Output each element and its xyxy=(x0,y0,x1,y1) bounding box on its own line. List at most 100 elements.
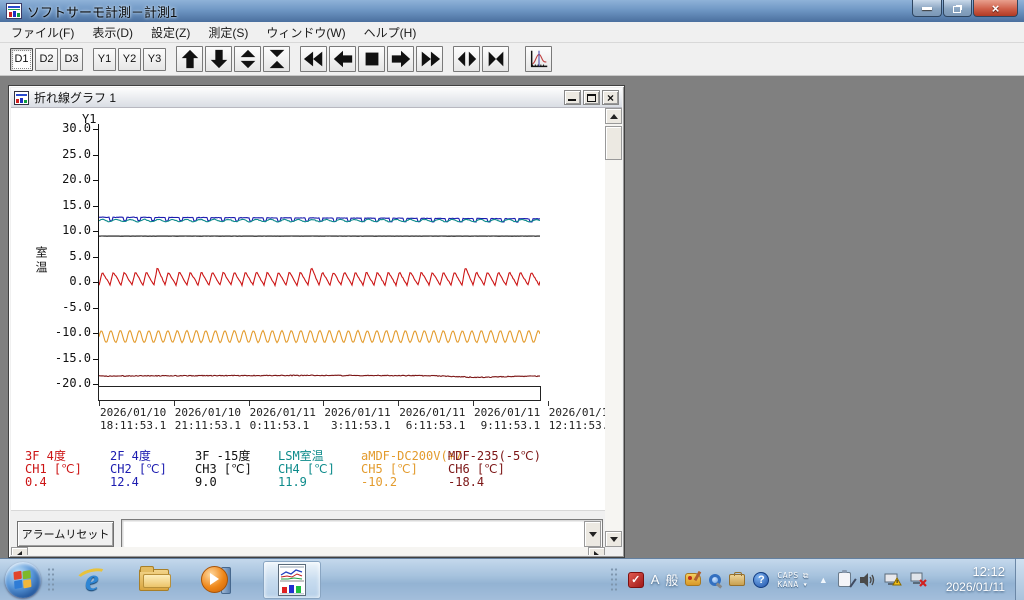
screen: ソフトサーモ計測－計測1 × ファイル(F)表示(D)設定(Z)測定(S)ウィン… xyxy=(0,0,1024,600)
horizontal-scrollbar[interactable] xyxy=(11,547,605,555)
menu-item-1[interactable]: 表示(D) xyxy=(83,21,142,44)
y-tick-label: -15.0 xyxy=(49,351,91,365)
graph-window-content: Y1 30.025.020.015.010.05.00.0-5.0-10.0-1… xyxy=(11,108,622,555)
ime-caps-kana-block[interactable]: CAPS⧉ KANA▾ xyxy=(777,571,808,589)
toolbar-button-y1[interactable]: Y1 xyxy=(93,48,116,71)
action-center-icon[interactable] xyxy=(838,572,851,587)
chevron-mini-icon: ▾ xyxy=(803,580,808,589)
alarm-combo-input[interactable] xyxy=(124,522,582,546)
x-tick-label: 2026/01/10 21:11:53.1 xyxy=(175,406,241,432)
scroll-down-button[interactable] xyxy=(605,531,622,547)
chart-settings-icon xyxy=(528,48,550,70)
chart-settings-icon-button[interactable] xyxy=(525,46,552,72)
collapse-horizontal-icon xyxy=(485,48,507,70)
graph-minimize-button[interactable] xyxy=(564,90,581,105)
alarm-reset-button[interactable]: アラームリセット xyxy=(17,521,114,547)
expand-vertical-icon xyxy=(237,48,259,70)
window-mini-icon: ⧉ xyxy=(803,571,809,580)
restore-button[interactable] xyxy=(943,0,972,17)
down-arrow xyxy=(208,48,230,70)
graph-close-button[interactable]: × xyxy=(602,90,619,105)
vertical-scroll-thumb[interactable] xyxy=(605,126,622,160)
step-right-icon xyxy=(390,48,412,70)
graph-maximize-button[interactable] xyxy=(583,90,600,105)
triangle-down-icon xyxy=(610,537,618,546)
ime-palette-icon[interactable] xyxy=(685,573,701,586)
active-app-taskbar-button[interactable] xyxy=(263,561,321,599)
fast-forward-icon xyxy=(419,48,441,70)
menu-item-5[interactable]: ヘルプ(H) xyxy=(355,21,426,44)
y-tick-label: 10.0 xyxy=(49,223,91,237)
show-hidden-icons-button[interactable]: ▲ xyxy=(819,575,828,585)
speaker-icon[interactable] xyxy=(859,572,876,588)
collapse-vertical-icon-button[interactable] xyxy=(263,46,290,72)
legend-channel-1: 3F 4度 CH1 [℃] 0.4 xyxy=(25,450,82,489)
graph-window-titlebar[interactable]: 折れ線グラフ 1 × xyxy=(11,88,622,108)
toolbar-button-y3[interactable]: Y3 xyxy=(143,48,166,71)
collapse-horizontal-icon-button[interactable] xyxy=(482,46,509,72)
media-player-icon[interactable] xyxy=(199,563,233,597)
help-icon[interactable]: ? xyxy=(753,572,769,588)
down-arrow-button[interactable] xyxy=(205,46,232,72)
up-arrow xyxy=(179,48,201,70)
vertical-scrollbar[interactable] xyxy=(605,108,622,547)
menu-item-4[interactable]: ウィンドウ(W) xyxy=(257,21,354,44)
explorer-folder-icon[interactable] xyxy=(137,563,171,597)
series-ch6 xyxy=(99,375,540,378)
legend-channel-4: LSM室温 CH4 [℃] 11.9 xyxy=(278,450,335,489)
graph-window: 折れ線グラフ 1 × Y1 30.025.020.015.010.05.00.0… xyxy=(8,85,625,558)
ime-dictionary-icon[interactable] xyxy=(709,574,721,586)
expand-vertical-icon-button[interactable] xyxy=(234,46,261,72)
ime-toolbox-icon[interactable] xyxy=(729,574,745,586)
legend-channel-6: MDF-235(-5℃) CH6 [℃] -18.4 xyxy=(448,450,541,489)
close-button[interactable]: × xyxy=(973,0,1018,17)
security-shield-icon[interactable]: ✓ xyxy=(628,572,644,588)
caps-label: CAPS xyxy=(777,571,798,580)
ime-input-letter[interactable]: A xyxy=(651,572,660,587)
system-tray: ✓ A 般 ? CAPS⧉ KANA▾ ▲ xyxy=(604,559,1024,600)
step-left-icon xyxy=(332,48,354,70)
menu-item-3[interactable]: 測定(S) xyxy=(199,21,257,44)
fast-forward-icon-button[interactable] xyxy=(416,46,443,72)
show-desktop-button[interactable] xyxy=(1015,559,1024,600)
taskbar-grip xyxy=(47,567,55,593)
network-warning-icon[interactable] xyxy=(884,572,902,588)
rewind-icon xyxy=(303,48,325,70)
minimize-button[interactable] xyxy=(912,0,942,17)
step-right-icon-button[interactable] xyxy=(387,46,414,72)
mdi-area: 折れ線グラフ 1 × Y1 30.025.020.015.010.05.00.0… xyxy=(0,76,1024,558)
collapse-vertical-icon xyxy=(266,48,288,70)
scroll-up-button[interactable] xyxy=(605,108,622,124)
expand-horizontal-icon-button[interactable] xyxy=(453,46,480,72)
app-icon xyxy=(6,3,22,19)
toolbar-button-d1[interactable]: D1 xyxy=(10,48,33,71)
up-arrow-button[interactable] xyxy=(176,46,203,72)
windows-logo-icon xyxy=(13,570,32,589)
taskbar-clock[interactable]: 12:12 2026/01/11 xyxy=(946,564,1005,595)
y-tick-label: 30.0 xyxy=(49,121,91,135)
internet-explorer-icon[interactable]: e xyxy=(75,563,109,597)
chevron-down-icon xyxy=(589,532,597,541)
y-tick-label: 5.0 xyxy=(49,249,91,263)
scroll-left-button[interactable] xyxy=(11,547,28,555)
menu-item-2[interactable]: 設定(Z) xyxy=(142,21,199,44)
ime-mode-text[interactable]: 般 xyxy=(665,570,678,589)
toolbar-button-d3[interactable]: D3 xyxy=(60,48,83,71)
stop-icon-button[interactable] xyxy=(358,46,385,72)
step-left-icon-button[interactable] xyxy=(329,46,356,72)
menu-item-0[interactable]: ファイル(F) xyxy=(2,21,83,44)
main-window-title: ソフトサーモ計測－計測1 xyxy=(27,2,177,21)
y-tick-label: -20.0 xyxy=(49,376,91,390)
network-disconnected-icon[interactable] xyxy=(910,572,928,588)
rewind-icon-button[interactable] xyxy=(300,46,327,72)
graph-window-icon xyxy=(14,91,29,105)
combo-dropdown-button[interactable] xyxy=(584,521,601,547)
toolbar-button-y2[interactable]: Y2 xyxy=(118,48,141,71)
scroll-right-button[interactable] xyxy=(588,547,605,555)
toolbar-button-d2[interactable]: D2 xyxy=(35,48,58,71)
caption-buttons: × xyxy=(911,0,1018,17)
start-button[interactable] xyxy=(5,562,41,598)
y-tick-label: 0.0 xyxy=(49,274,91,288)
clock-date: 2026/01/11 xyxy=(946,580,1005,595)
stop-icon xyxy=(361,48,383,70)
